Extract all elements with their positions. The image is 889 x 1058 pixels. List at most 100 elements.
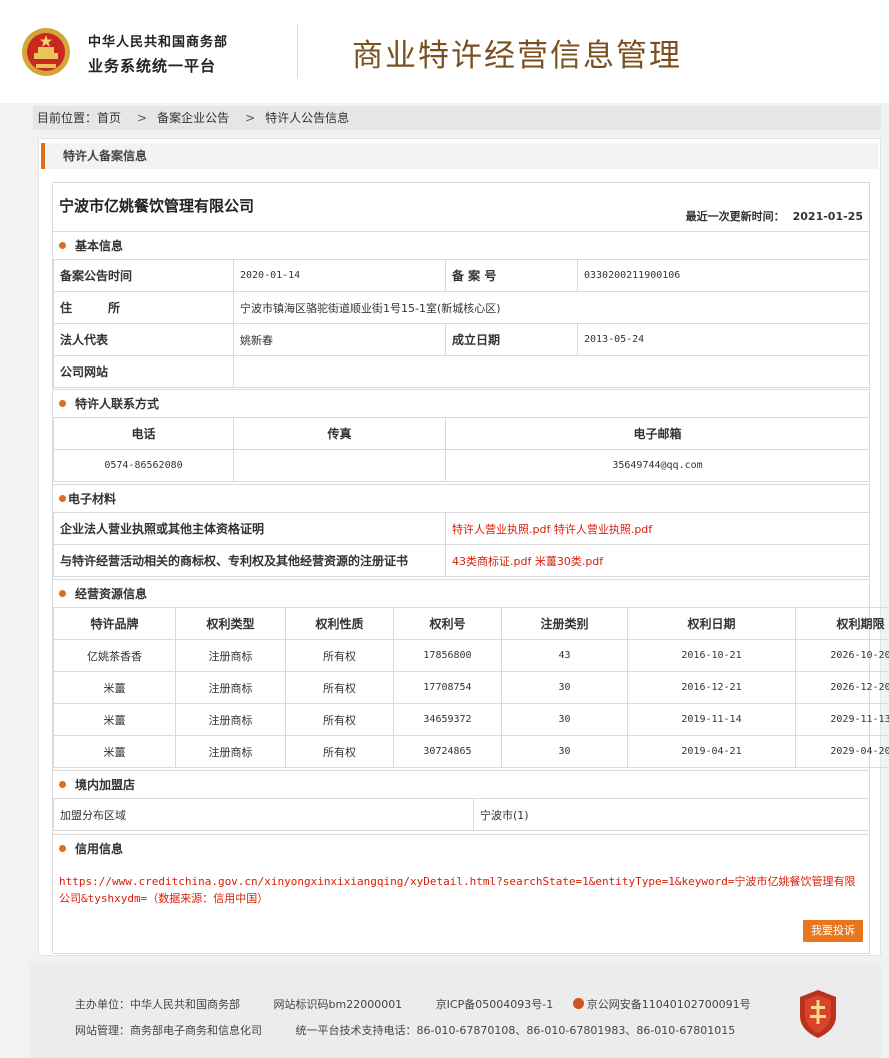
bullet-icon (59, 845, 66, 852)
table-row: 电话 传真 电子邮箱 (53, 417, 870, 450)
license-label: 企业法人营业执照或其他主体资格证明 (53, 512, 446, 545)
stores-heading: 境内加盟店 (53, 770, 869, 798)
col-right-type: 权利类型 (175, 607, 286, 640)
phone-value: 0574-86562080 (53, 449, 234, 482)
footer-police[interactable]: 京公网安备11040102700091号 (587, 998, 751, 1011)
stores-table: 加盟分布区域 宁波市(1) (53, 798, 870, 831)
brand-cell: 米薑 (53, 671, 176, 704)
table-header-row: 特许品牌 权利类型 权利性质 权利号 注册类别 权利日期 权利期限 (53, 607, 889, 640)
class-cell: 30 (501, 671, 628, 704)
date-cell: 2019-11-14 (627, 703, 796, 736)
table-row: 亿姚茶香香 注册商标 所有权 17856800 43 2016-10-21 20… (53, 639, 889, 672)
bullet-icon (59, 400, 66, 407)
date-cell: 2016-10-21 (627, 639, 796, 672)
breadcrumb-home-link[interactable]: 首页 (97, 111, 121, 125)
main-section: 特许人备案信息 宁波市亿姚餐饮管理有限公司 最近一次更新时间： 2021-01-2… (38, 138, 889, 956)
government-badge-icon[interactable] (797, 988, 839, 1040)
filing-date-value: 2020-01-14 (233, 259, 446, 292)
col-right-no: 权利号 (393, 607, 502, 640)
site-header: 中华人民共和国商务部 业务系统统一平台 商业特许经营信息管理 (0, 0, 889, 103)
fax-header: 传真 (233, 417, 446, 450)
table-row: 与特许经营活动相关的商标权、专利权及其他经营资源的注册证书 43类商标证.pdf… (53, 544, 870, 577)
table-row: 企业法人营业执照或其他主体资格证明 特许人营业执照.pdf 特许人营业执照.pd… (53, 512, 870, 545)
right-no-cell: 17856800 (393, 639, 502, 672)
type-cell: 注册商标 (175, 639, 286, 672)
bullet-icon (59, 781, 66, 788)
type-cell: 注册商标 (175, 735, 286, 768)
last-updated: 最近一次更新时间： 2021-01-25 (686, 208, 863, 224)
license-files-link[interactable]: 特许人营业执照.pdf 特许人营业执照.pdf (445, 512, 870, 545)
last-updated-value: 2021-01-25 (792, 210, 863, 223)
col-right-term: 权利期限 (795, 607, 889, 640)
footer-row-1: 主办单位：中华人民共和国商务部 网站标识码bm22000001 京ICP备050… (75, 996, 781, 1012)
nature-cell: 所有权 (285, 703, 394, 736)
phone-header: 电话 (53, 417, 234, 450)
franchisor-card: 宁波市亿姚餐饮管理有限公司 最近一次更新时间： 2021-01-25 基本信息 备… (52, 182, 889, 954)
site-title: 商业特许经营信息管理 (352, 38, 682, 74)
stores-title: 境内加盟店 (75, 778, 136, 792)
footer-icp[interactable]: 京ICP备05004093号-1 (436, 998, 554, 1011)
nature-cell: 所有权 (285, 735, 394, 768)
table-row: 0574-86562080 35649744@qq.com (53, 449, 870, 482)
table-row: 米薑 注册商标 所有权 30724865 30 2019-04-21 2029-… (53, 735, 889, 768)
brand-cell: 亿姚茶香香 (53, 639, 176, 672)
breadcrumb-filing-link[interactable]: 备案企业公告 (157, 111, 229, 125)
certificate-files-link[interactable]: 43类商标证.pdf 米薑30类.pdf (445, 544, 870, 577)
bullet-icon (59, 590, 66, 597)
email-header: 电子邮箱 (445, 417, 870, 450)
legal-rep-value: 姚新春 (233, 323, 446, 356)
right-no-cell: 30724865 (393, 735, 502, 768)
fax-value (233, 449, 446, 482)
footer-site-id: 网站标识码bm22000001 (273, 998, 403, 1011)
class-cell: 30 (501, 703, 628, 736)
footer-sponsor: 主办单位：中华人民共和国商务部 (75, 998, 240, 1011)
footer-support: 统一平台技术支持电话：86-010-67870108、86-010-678019… (295, 1024, 736, 1037)
breadcrumb-separator: > (137, 111, 148, 125)
basic-info-table: 备案公告时间 2020-01-14 备 案 号 0330200211900106… (53, 259, 870, 388)
class-cell: 30 (501, 735, 628, 768)
national-emblem-icon (22, 28, 70, 76)
brand-cell: 米薑 (53, 703, 176, 736)
bullet-icon (59, 495, 66, 502)
org-name-line2: 业务系统统一平台 (88, 57, 217, 75)
right-no-cell: 34659372 (393, 703, 502, 736)
site-footer: 主办单位：中华人民共和国商务部 网站标识码bm22000001 京ICP备050… (30, 964, 881, 1058)
term-cell: 2029-04-20 (795, 735, 889, 768)
credit-heading: 信用信息 (53, 834, 869, 862)
website-label: 公司网站 (53, 355, 234, 388)
basic-info-heading: 基本信息 (53, 231, 869, 259)
resources-table: 特许品牌 权利类型 权利性质 权利号 注册类别 权利日期 权利期限 亿姚茶香香 … (53, 607, 889, 768)
credit-china-link[interactable]: https://www.creditchina.gov.cn/xinyongxi… (59, 873, 859, 907)
table-row: 公司网站 (53, 355, 870, 388)
last-updated-label: 最近一次更新时间： (685, 210, 785, 223)
region-value: 宁波市(1) (473, 798, 870, 831)
credit-title: 信用信息 (75, 842, 124, 856)
breadcrumb-prefix: 目前位置： (37, 111, 98, 125)
contact-title: 特许人联系方式 (75, 397, 160, 411)
col-right-date: 权利日期 (627, 607, 796, 640)
right-no-cell: 17708754 (393, 671, 502, 704)
brand-cell: 米薑 (53, 735, 176, 768)
materials-title: 电子材料 (68, 492, 117, 506)
bullet-icon (59, 242, 66, 249)
table-row: 加盟分布区域 宁波市(1) (53, 798, 870, 831)
founded-value: 2013-05-24 (577, 323, 870, 356)
filing-no-value: 0330200211900106 (577, 259, 870, 292)
table-row: 米薑 注册商标 所有权 17708754 30 2016-12-21 2026-… (53, 671, 889, 704)
filing-date-label: 备案公告时间 (53, 259, 234, 292)
legal-rep-label: 法人代表 (53, 323, 234, 356)
term-cell: 2026-10-20 (795, 639, 889, 672)
table-row: 备案公告时间 2020-01-14 备 案 号 0330200211900106 (53, 259, 870, 292)
certificate-label: 与特许经营活动相关的商标权、专利权及其他经营资源的注册证书 (53, 544, 446, 577)
table-row: 住 所 宁波市镇海区骆驼街道顺业街1号15-1室(新城核心区) (53, 291, 870, 324)
section-title: 特许人备案信息 (41, 143, 878, 169)
email-value: 35649744@qq.com (445, 449, 870, 482)
col-brand: 特许品牌 (53, 607, 176, 640)
police-badge-icon (572, 998, 584, 1009)
footer-manager: 网站管理：商务部电子商务和信息化司 (75, 1024, 262, 1037)
region-label: 加盟分布区域 (53, 798, 474, 831)
term-cell: 2026-12-20 (795, 671, 889, 704)
nature-cell: 所有权 (285, 671, 394, 704)
filing-no-label: 备 案 号 (445, 259, 578, 292)
complain-button[interactable]: 我要投诉 (803, 920, 863, 942)
